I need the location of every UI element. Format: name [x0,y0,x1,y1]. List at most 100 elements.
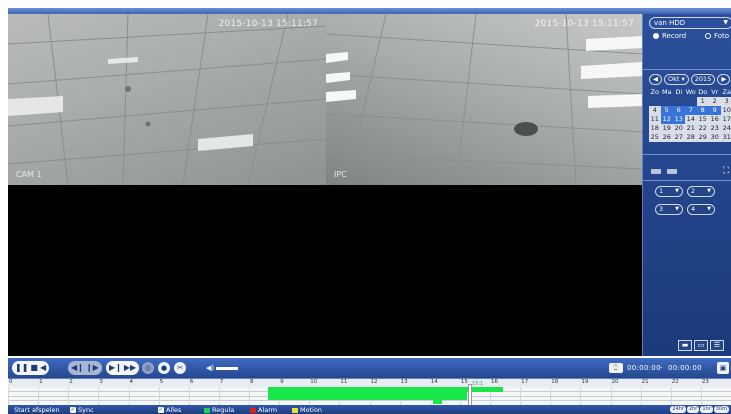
calendar-day[interactable]: 3 [721,97,731,106]
year-select-value: 2015 [694,75,712,83]
video-tile-3[interactable] [8,185,326,356]
regula-filter[interactable]: Regula [204,406,234,414]
source-select[interactable]: van HDD ▼ [649,17,731,29]
frame-controls: ◀❙ ❙▶ [68,361,102,375]
time-end: 00:00:00 [668,364,702,372]
calendar-day[interactable]: 5 [661,106,673,115]
smart-search-icon[interactable]: ◎ [142,362,154,374]
timeline-hour-label: 5 [159,379,164,385]
recording-timeline[interactable]: 0 1 2 3 4 5 6 7 8 9 10 11 12 13 14 15 16 17 18 19 20 21 22 23 1… [8,378,731,405]
fast-forward-icon[interactable]: ▶▶ [124,361,136,375]
calendar-day[interactable]: 21 [685,124,697,133]
calendar-day[interactable]: 18 [649,124,661,133]
record-radio[interactable]: Record [653,32,686,40]
calendar-day[interactable]: 15 [697,115,709,124]
timeline-hour-label: 20 [611,379,619,385]
timeline-hour-label: 0 [9,379,13,385]
calendar-day[interactable]: 22 [697,124,709,133]
split-view-icon[interactable] [667,169,677,174]
timeline-hour-label: 23 [701,379,709,385]
calendar-day[interactable]: 24 [721,124,731,133]
calendar-day[interactable]: 17 [721,115,731,124]
calendar-day[interactable]: 1 [697,97,709,106]
channel-mode-icon[interactable]: ▬ [678,340,692,351]
weekday-label: Ma [661,88,672,96]
calendar-week-row: 25 26 27 28 29 30 31 [649,133,731,142]
volume-icon[interactable]: ◀) [206,364,214,372]
play-backward-icon[interactable]: ◀ [40,361,46,375]
alles-checkbox[interactable]: ✓ Alles [158,406,181,414]
calendar-day[interactable]: 27 [673,133,685,142]
calendar-day[interactable]: 29 [697,133,709,142]
slow-play-icon[interactable]: ▶❙ [109,361,122,375]
calendar-day[interactable]: 28 [685,133,697,142]
zoom-option-button[interactable]: 24hr [670,406,686,413]
calendar-day[interactable]: 25 [649,133,661,142]
video-tile-4[interactable] [326,185,642,356]
calendar-day[interactable]: 23 [709,124,721,133]
channel-select-3[interactable]: 3 ▼ [655,204,683,215]
stop-icon[interactable]: ■ [30,361,38,375]
alarm-filter[interactable]: Alarm [250,406,277,414]
motion-filter[interactable]: Motion [292,406,322,414]
channel-label: CAM 1 [16,170,42,179]
zoom-option-button[interactable]: 2hr [686,406,700,413]
calendar-day[interactable]: 9 [709,106,721,115]
list-mode-icon[interactable]: ▭ [694,340,708,351]
pause-icon[interactable]: ❚❚ [15,361,28,375]
timeline-hour-line [610,387,612,405]
year-select[interactable]: 2015 [690,74,716,85]
channel-select-4[interactable]: 4 ▼ [687,204,715,215]
channel-select-value: 1 [659,187,664,195]
channel-select-2[interactable]: 2 ▼ [687,186,715,197]
calendar-day[interactable]: 30 [709,133,721,142]
channel-select-value: 4 [691,205,696,213]
channel-select-1[interactable]: 1 ▼ [655,186,683,197]
calendar-day[interactable]: 11 [649,115,661,124]
calendar-day[interactable]: 2 [709,97,721,106]
clip-icon[interactable]: ✂ [174,362,186,374]
prev-month-button[interactable]: ◀ [649,74,662,85]
playback-control-bar: ❚❚ ■ ◀ ◀❙ ❙▶ ▶❙ ▶▶ ◎ ● ✂ ◀) ⌚ 00:00:00 -… [8,358,731,378]
volume-slider[interactable] [216,367,238,370]
recording-segment [268,387,467,400]
calendar-day[interactable]: 13 [673,115,685,124]
zoom-option-button[interactable]: 1hr [700,406,713,413]
calendar-day[interactable]: 4 [649,106,661,115]
next-frame-icon[interactable]: ❙▶ [86,361,99,375]
video-tile-2[interactable]: 2015-10-13 15:11:57 IPC [326,14,642,185]
snapshot-icon[interactable]: ● [158,362,170,374]
time-search-icon[interactable]: ⌚ [609,363,623,373]
prev-frame-icon[interactable]: ◀❙ [71,361,84,375]
calendar-day[interactable]: 12 [661,115,673,124]
fullscreen-icon[interactable]: ⛶ [723,166,729,176]
calendar-day[interactable]: 19 [661,124,673,133]
timeline-hour-line [8,387,9,405]
sync-checkbox[interactable]: ✓ Sync [70,406,94,414]
video-tile-1[interactable]: 2015-10-13 15:11:57 CAM 1 [8,14,326,185]
timeline-cursor[interactable] [469,385,471,405]
calendar-day[interactable]: 10 [721,106,731,115]
calendar-day[interactable]: 26 [661,133,673,142]
calendar-day[interactable]: 31 [721,133,731,142]
timeline-hour-label: 8 [250,379,254,385]
next-month-button[interactable]: ▶ [717,74,731,85]
timeline-hour-line [158,387,160,405]
backup-icon[interactable]: ▣ [717,362,729,374]
file-list-icon[interactable]: ☰ [710,340,724,351]
calendar-day[interactable]: 20 [673,124,685,133]
calendar-day[interactable]: 7 [685,106,697,115]
zoom-option-button[interactable]: 30m [713,406,729,413]
calendar-day[interactable]: 8 [697,106,709,115]
split-view-icon[interactable] [651,169,661,174]
calendar-day[interactable]: 14 [685,115,697,124]
calendar-day[interactable]: 6 [673,106,685,115]
calendar-day[interactable]: 16 [709,115,721,124]
checkbox-checked-icon: ✓ [70,406,76,413]
timeline-hour-line [98,387,100,405]
foto-radio[interactable]: Foto [705,32,729,40]
timeline-bar[interactable] [8,387,731,405]
start-playback-label[interactable]: Start afspelen [14,406,60,414]
record-radio-label: Record [662,32,687,40]
month-select[interactable]: Okt ▾ [664,74,689,85]
